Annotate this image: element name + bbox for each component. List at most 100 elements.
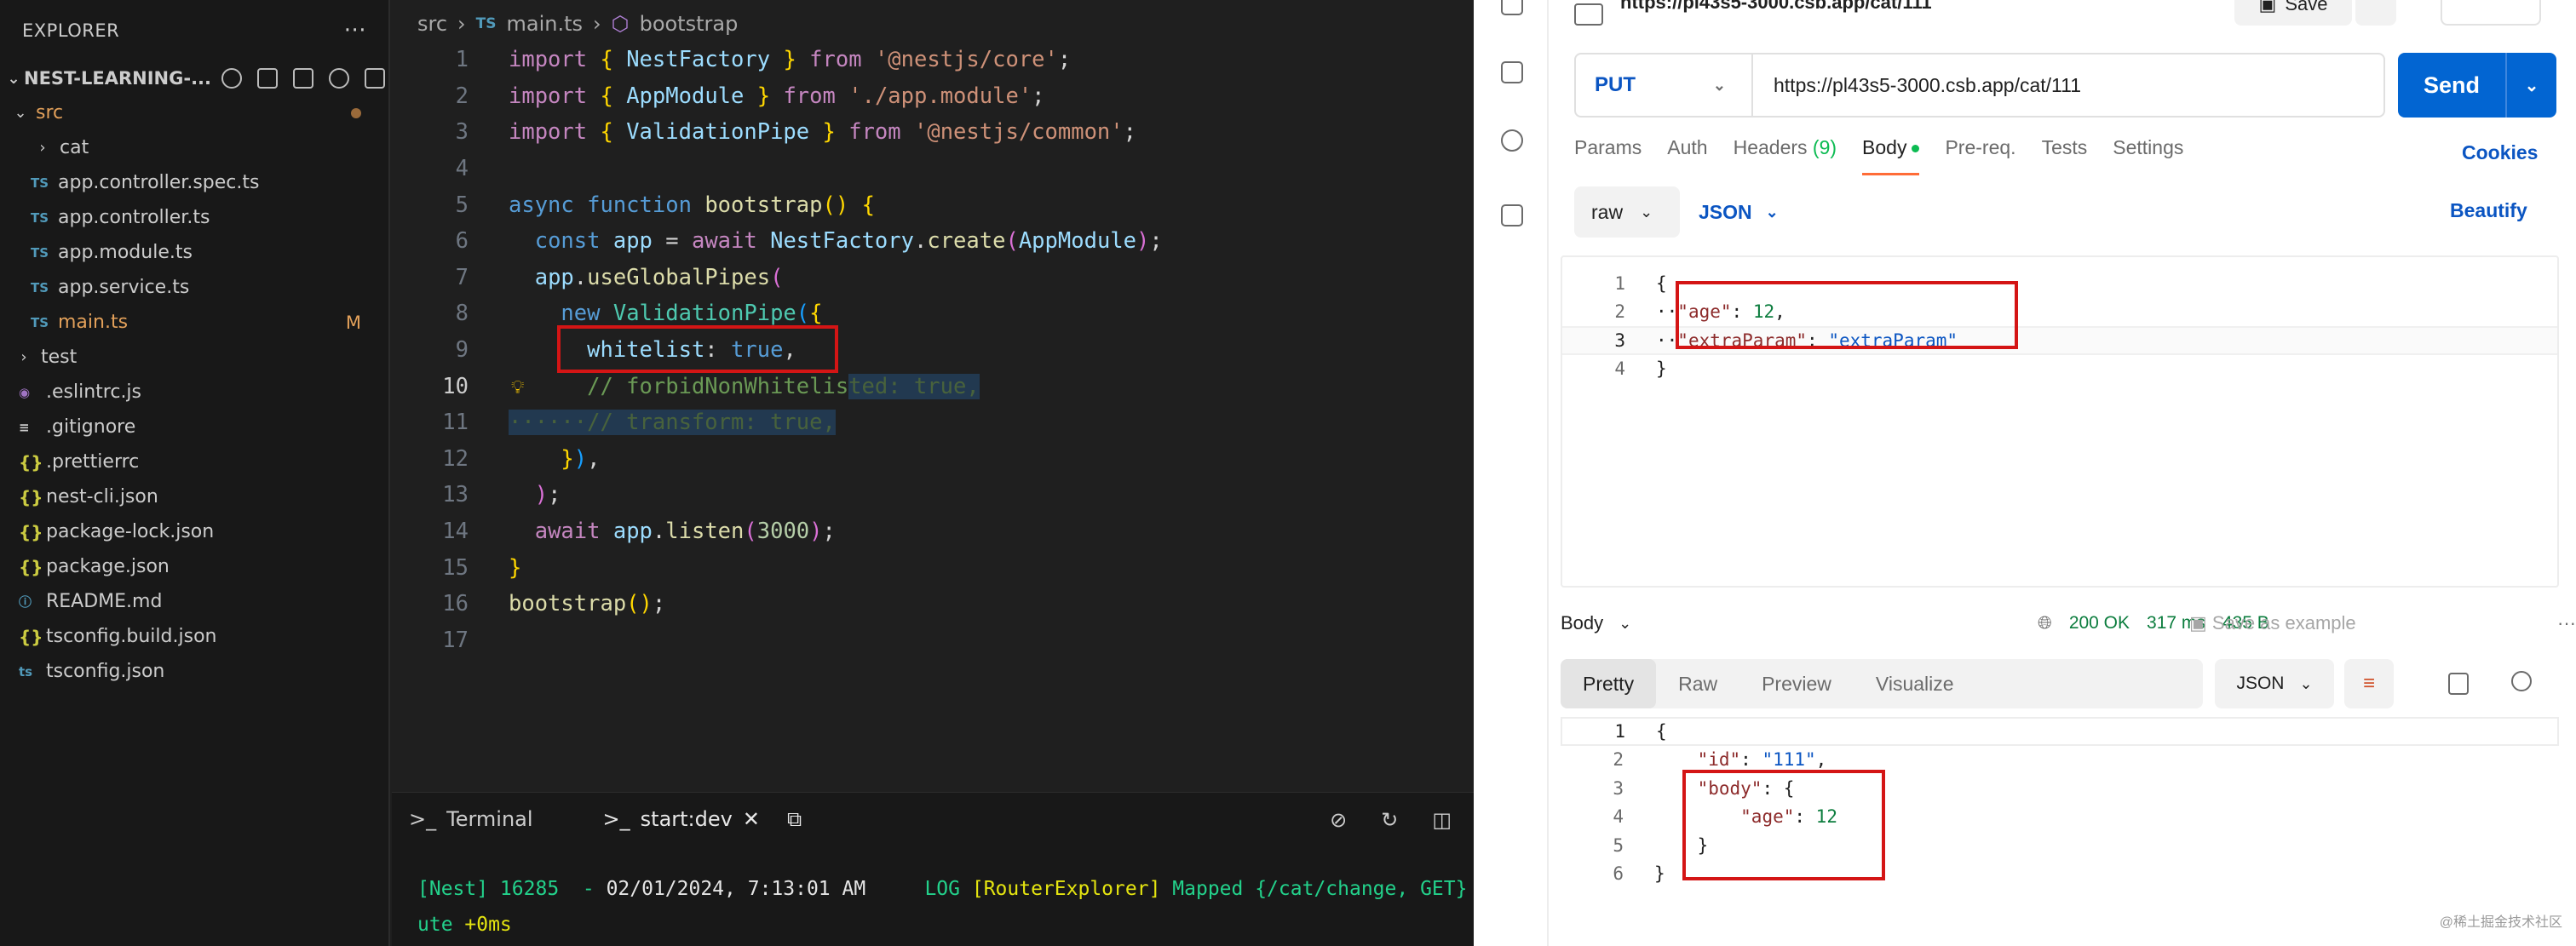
more-actions-icon[interactable]: ··· xyxy=(344,18,366,43)
split-panel-icon[interactable]: ◫ xyxy=(1432,808,1452,832)
tree-item-nest-cli[interactable]: {} nest-cli.json xyxy=(0,479,388,514)
save-as-example-button[interactable]: ▣ Save as example xyxy=(2189,612,2356,634)
tree-item-label: tsconfig.json xyxy=(46,661,165,682)
tab-raw[interactable]: Raw xyxy=(1656,659,1739,708)
send-button[interactable]: Send ⌄ xyxy=(2398,53,2556,118)
typescript-icon: TS xyxy=(31,209,49,226)
tree-item-test[interactable]: › test xyxy=(0,340,388,375)
tab-preview[interactable]: Preview xyxy=(1739,659,1854,708)
postman-sidebar-rail xyxy=(1474,0,1549,946)
json-icon: {} xyxy=(19,556,43,577)
tree-item-app-controller[interactable]: TS app.controller.ts xyxy=(0,200,388,235)
code-line: 6 const app = await NestFactory.create(A… xyxy=(455,228,1163,255)
response-body-select[interactable]: Body ⌄ xyxy=(1561,612,1631,634)
tree-item-main[interactable]: TS main.ts M xyxy=(0,305,388,340)
tab-visualize[interactable]: Visualize xyxy=(1854,659,1976,708)
collapse-all-icon[interactable] xyxy=(365,68,385,89)
wrap-lines-icon[interactable]: ≡ xyxy=(2344,659,2394,708)
copy-icon[interactable] xyxy=(2448,673,2469,695)
tab-headers[interactable]: Headers (9) xyxy=(1734,136,1837,175)
tree-item-tsconfig-build[interactable]: {} tsconfig.build.json xyxy=(0,619,388,654)
method-select[interactable]: PUT ⌄ xyxy=(1576,54,1753,116)
project-root[interactable]: ⌄ NEST-LEARNING-... xyxy=(0,61,388,95)
tab-label: start:dev xyxy=(640,807,733,831)
highlight-box-request-body xyxy=(1676,281,2018,349)
watermark: @稀土掘金技术社区 xyxy=(2439,915,2562,930)
highlight-box-response-body xyxy=(1682,770,1885,880)
tab-settings[interactable]: Settings xyxy=(2113,136,2183,175)
save-button[interactable]: ▣ Save xyxy=(2234,0,2352,26)
tab-auth[interactable]: Auth xyxy=(1667,136,1707,175)
tree-item-label: package.json xyxy=(46,556,170,577)
eslint-icon: ◉ xyxy=(19,384,31,400)
tree-item-src[interactable]: ⌄ src xyxy=(0,95,388,130)
response-body-label: Body xyxy=(1561,612,1604,634)
chevron-down-icon[interactable]: ⌄ xyxy=(2507,75,2556,96)
tree-item-label: app.service.ts xyxy=(58,277,190,298)
tree-item-app-service[interactable]: TS app.service.ts xyxy=(0,270,388,305)
tree-item-tsconfig[interactable]: ts tsconfig.json xyxy=(0,654,388,689)
refresh-icon[interactable]: ↻ xyxy=(1381,808,1398,832)
history-icon[interactable] xyxy=(1501,129,1523,152)
cloud-icon[interactable] xyxy=(221,68,242,89)
close-icon[interactable]: ✕ xyxy=(743,807,760,831)
chevron-right-icon: › xyxy=(593,12,601,36)
tab-body[interactable]: Body xyxy=(1862,136,1920,175)
tree-item-readme[interactable]: ⓘ README.md xyxy=(0,584,388,619)
code-line: 15} xyxy=(442,554,522,581)
search-icon[interactable] xyxy=(2511,671,2532,691)
json-icon: {} xyxy=(19,521,43,542)
save-dropdown[interactable] xyxy=(2355,0,2396,26)
tab-pre-req[interactable]: Pre-req. xyxy=(1945,136,2015,175)
cookies-link[interactable]: Cookies xyxy=(2462,141,2538,164)
tree-item-package-lock[interactable]: {} package-lock.json xyxy=(0,514,388,549)
body-mode-select[interactable]: raw ⌄ xyxy=(1574,186,1680,238)
request-tab-url: https://pl43s5-3000.csb.app/cat/111 xyxy=(1620,0,1932,13)
tab-tests[interactable]: Tests xyxy=(2042,136,2088,175)
clear-icon[interactable]: ⊘ xyxy=(1330,808,1347,832)
breadcrumb-item[interactable]: src xyxy=(417,12,447,36)
chevron-down-icon: ⌄ xyxy=(1765,203,1779,221)
code-editor[interactable]: src › TS main.ts › ⬡ bootstrap 1 import {… xyxy=(392,0,1474,792)
breadcrumb: src › TS main.ts › ⬡ bootstrap xyxy=(392,0,1474,48)
explorer-header: EXPLORER ··· xyxy=(0,0,388,61)
tree-item-eslintrc[interactable]: ◉ .eslintrc.js xyxy=(0,375,388,410)
tab-params[interactable]: Params xyxy=(1574,136,1642,175)
terminal-line: [Nest] 16285 - 02/01/2024, 7:13:01 AM LO… xyxy=(417,943,1467,946)
tree-item-cat[interactable]: › cat xyxy=(0,130,388,165)
tab-pretty[interactable]: Pretty xyxy=(1561,659,1657,708)
more-icon[interactable]: ··· xyxy=(2557,612,2576,634)
tab-terminal[interactable]: >_ Terminal xyxy=(409,807,533,831)
body-lang-select[interactable]: JSON ⌄ xyxy=(1699,201,1779,224)
project-name: NEST-LEARNING-... xyxy=(24,68,211,89)
tree-item-app-controller-spec[interactable]: TS app.controller.spec.ts xyxy=(0,165,388,200)
tab-start-dev[interactable]: >_ start:dev ✕ ⧉ xyxy=(603,807,802,831)
beautify-button[interactable]: Beautify xyxy=(2450,199,2527,222)
tree-item-label: .eslintrc.js xyxy=(46,381,142,403)
new-folder-icon[interactable] xyxy=(293,68,313,89)
body-lang-label: JSON xyxy=(1699,200,1752,223)
refresh-icon[interactable] xyxy=(329,68,349,89)
request-tab-title[interactable]: https://pl43s5-3000.csb.app/cat/111 xyxy=(1574,0,1932,29)
json-icon: {} xyxy=(19,451,43,473)
breadcrumb-item[interactable]: bootstrap xyxy=(640,12,739,36)
edit-toggle[interactable] xyxy=(2441,0,2541,26)
new-file-icon[interactable] xyxy=(257,68,278,89)
body-mode-label: raw xyxy=(1591,200,1624,223)
response-lang-select[interactable]: JSON ⌄ xyxy=(2215,659,2334,708)
environment-icon[interactable] xyxy=(1501,61,1523,83)
tree-item-prettierrc[interactable]: {} .prettierrc xyxy=(0,444,388,479)
breadcrumb-item[interactable]: main.ts xyxy=(507,12,584,36)
tree-item-package[interactable]: {} package.json xyxy=(0,549,388,584)
tree-item-app-module[interactable]: TS app.module.ts xyxy=(0,235,388,270)
apps-icon[interactable] xyxy=(1501,204,1523,226)
tree-item-label: app.controller.ts xyxy=(58,207,210,228)
trash-icon[interactable] xyxy=(1501,0,1523,15)
split-icon[interactable]: ⧉ xyxy=(787,807,802,831)
chevron-down-icon: ⌄ xyxy=(1619,614,1632,632)
status-code[interactable]: 200 OK xyxy=(2069,613,2130,634)
tree-item-gitignore[interactable]: ≡ .gitignore xyxy=(0,410,388,444)
typescript-icon: TS xyxy=(31,244,49,261)
code-line: 8 new ValidationPipe({ xyxy=(455,301,823,327)
url-input[interactable]: https://pl43s5-3000.csb.app/cat/111 xyxy=(1753,74,2081,97)
